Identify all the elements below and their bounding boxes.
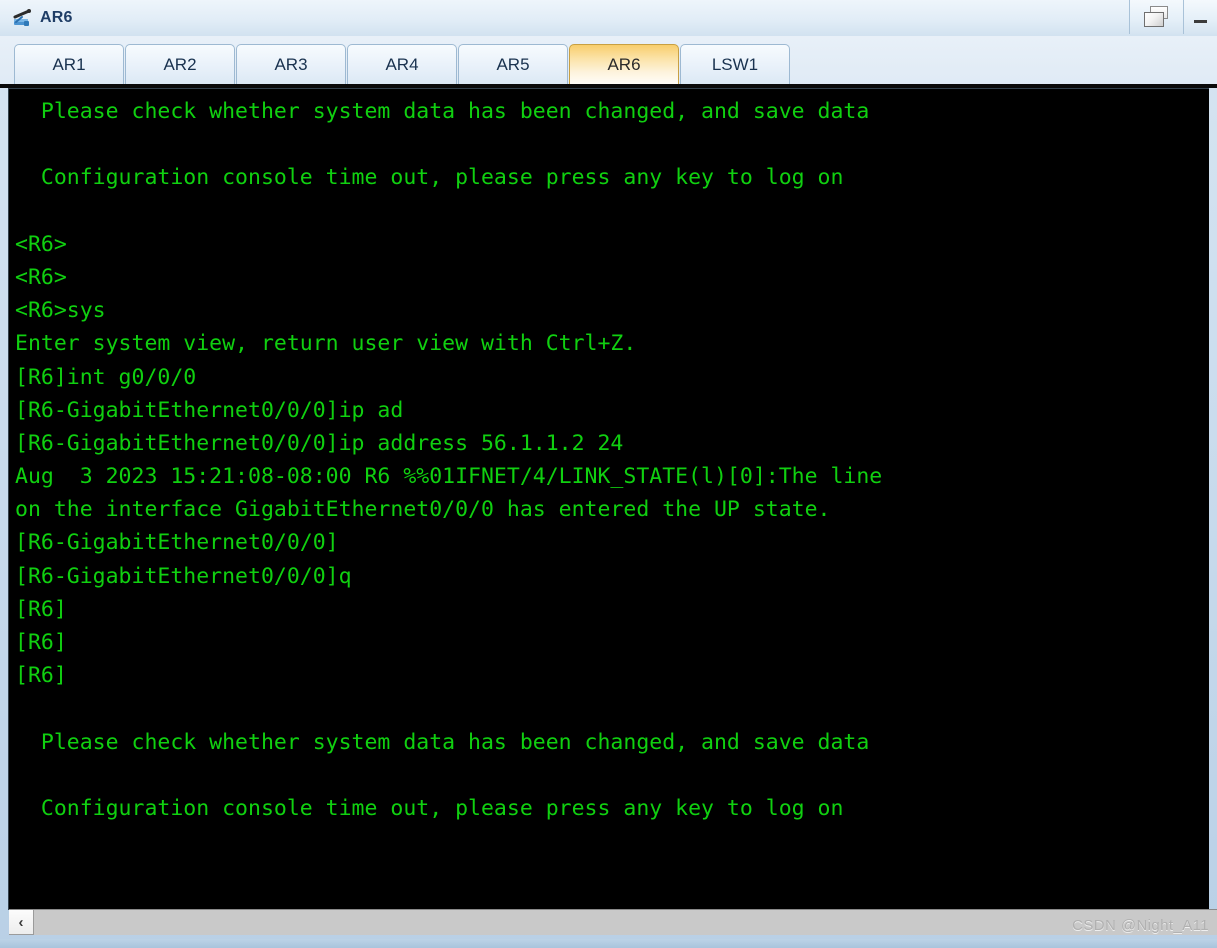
window-controls bbox=[1129, 0, 1217, 34]
terminal-line: <R6> bbox=[15, 231, 67, 257]
tab-label: LSW1 bbox=[711, 54, 759, 74]
tab-label: AR1 bbox=[52, 54, 86, 74]
chevron-left-icon: ‹ bbox=[18, 913, 24, 931]
device-tab-strip: AR1 AR2 AR3 AR4 AR5 AR6 LSW1 bbox=[0, 36, 1217, 88]
tab-label: AR6 bbox=[607, 54, 641, 74]
terminal-window: AR6 AR1 AR2 AR3 AR4 AR5 AR6 LSW1 Please … bbox=[0, 0, 1217, 948]
horizontal-scrollbar[interactable]: ‹ bbox=[9, 909, 1217, 935]
tab-ar2[interactable]: AR2 bbox=[125, 44, 235, 84]
terminal-line: <R6> bbox=[15, 264, 67, 290]
terminal-line: [R6] bbox=[15, 630, 67, 655]
minimize-icon bbox=[1194, 19, 1207, 23]
tab-ar3[interactable]: AR3 bbox=[236, 44, 346, 84]
tab-ar1[interactable]: AR1 bbox=[14, 44, 124, 84]
device-tabs: AR1 AR2 AR3 AR4 AR5 AR6 LSW1 bbox=[14, 44, 790, 84]
terminal-line: Please check whether system data has bee… bbox=[15, 729, 870, 755]
title-bar-left: AR6 bbox=[12, 8, 73, 28]
terminal-line: [R6]int g0/0/0 bbox=[15, 364, 197, 390]
terminal-line: on the interface GigabitEthernet0/0/0 ha… bbox=[15, 497, 831, 523]
tab-ar4[interactable]: AR4 bbox=[347, 44, 457, 84]
terminal-frame[interactable]: Please check whether system data has bee… bbox=[8, 88, 1209, 910]
terminal-line: Aug 3 2023 15:21:08-08:00 R6 %%01IFNET/4… bbox=[15, 464, 883, 490]
terminal-line: Enter system view, return user view with… bbox=[15, 331, 637, 357]
tab-label: AR4 bbox=[385, 54, 419, 74]
terminal-line: [R6-GigabitEthernet0/0/0]ip ad bbox=[15, 397, 404, 423]
terminal-line: [R6-GigabitEthernet0/0/0] bbox=[15, 530, 339, 556]
tab-ar6[interactable]: AR6 bbox=[569, 44, 679, 84]
terminal-line: Configuration console time out, please p… bbox=[15, 795, 844, 821]
terminal-viewport[interactable]: Please check whether system data has bee… bbox=[9, 89, 1209, 879]
tab-label: AR5 bbox=[496, 54, 530, 74]
terminal-line: [R6] bbox=[15, 596, 67, 622]
tab-ar5[interactable]: AR5 bbox=[458, 44, 568, 84]
scrollbar-track[interactable] bbox=[34, 910, 1217, 935]
window-bottom-edge bbox=[0, 939, 1217, 948]
terminal-line: [R6] bbox=[15, 663, 67, 689]
tab-label: AR3 bbox=[274, 54, 308, 74]
tab-lsw1[interactable]: LSW1 bbox=[680, 44, 790, 84]
terminal-line: Configuration console time out, please p… bbox=[15, 165, 844, 191]
terminal-output: Please check whether system data has bee… bbox=[15, 95, 1209, 858]
title-bar: AR6 bbox=[0, 0, 1217, 36]
terminal-line: [R6-GigabitEthernet0/0/0]ip address 56.1… bbox=[15, 430, 624, 456]
restore-button[interactable] bbox=[1129, 0, 1183, 34]
tab-label: AR2 bbox=[163, 54, 197, 74]
terminal-line: Please check whether system data has bee… bbox=[15, 99, 870, 124]
scroll-left-button[interactable]: ‹ bbox=[9, 910, 34, 935]
router-icon bbox=[12, 8, 34, 28]
terminal-line: <R6>sys bbox=[15, 298, 106, 324]
window-title: AR6 bbox=[40, 8, 73, 26]
minimize-button[interactable] bbox=[1183, 0, 1217, 34]
restore-icon bbox=[1143, 6, 1170, 28]
terminal-line: [R6-GigabitEthernet0/0/0]q bbox=[15, 563, 352, 589]
